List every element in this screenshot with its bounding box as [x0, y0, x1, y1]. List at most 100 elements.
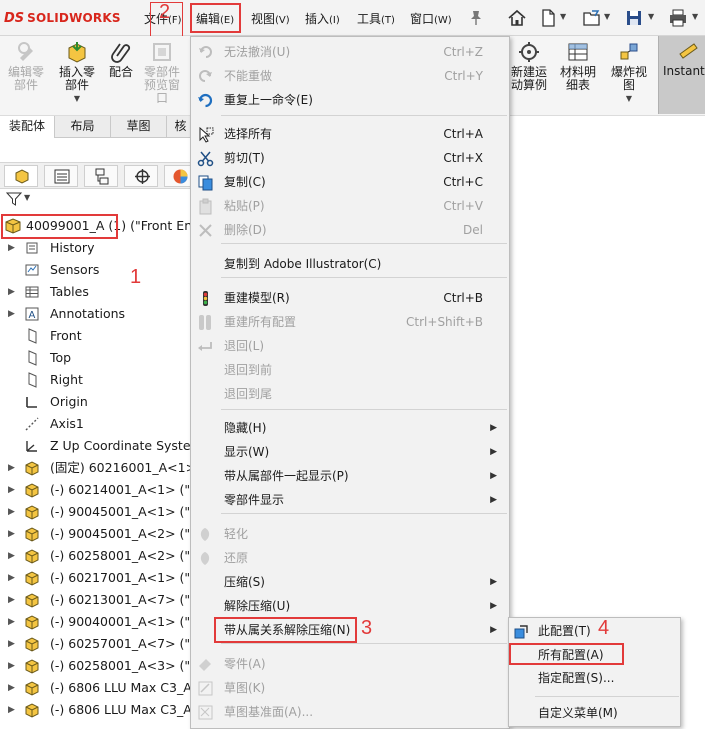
menu-item-sketch[interactable]: 草图(K): [191, 676, 509, 700]
menu-item-shortcut: Ctrl+A: [443, 127, 483, 141]
menu-item-cut[interactable]: 剪切(T) Ctrl+X: [191, 146, 509, 170]
submenu-specified-configurations[interactable]: 指定配置(S)...: [509, 667, 680, 689]
tree-row[interactable]: Front: [0, 325, 195, 347]
tab-assembly[interactable]: 装配体: [0, 116, 55, 138]
menu-item-paste[interactable]: 粘贴(P) Ctrl+V: [191, 194, 509, 218]
tree-row[interactable]: ▶ (-) 6806 LLU Max C3_A<: [0, 677, 202, 699]
tree-row[interactable]: ▶ History: [0, 237, 195, 259]
tree-row[interactable]: ▶ (-) 60217001_A<1> ("Lov: [0, 567, 212, 589]
expand-arrow-icon[interactable]: ▶: [8, 567, 15, 589]
menu-item-hide[interactable]: 隐藏(H) ▶: [191, 416, 509, 440]
property-manager-tab[interactable]: [44, 165, 78, 187]
home-icon[interactable]: [507, 8, 527, 28]
new-dropdown-icon[interactable]: ▼: [560, 12, 566, 21]
menu-item-suppress[interactable]: 压缩(S) ▶: [191, 570, 509, 594]
tree-row[interactable]: ▶ (-) 60213001_A<7> ("Up: [0, 589, 207, 611]
tree-row[interactable]: ▶ (-) 60258001_A<3> ("Kin: [0, 655, 210, 677]
menu-item-unsuppress[interactable]: 解除压缩(U) ▶: [191, 594, 509, 618]
tab-sketch[interactable]: 草图: [111, 116, 167, 138]
solidworks-logo[interactable]: DS SOLIDWORKS: [4, 9, 121, 27]
menu-insert[interactable]: 插入(I): [305, 10, 340, 27]
menu-item-undo[interactable]: 无法撤消(U) Ctrl+Z: [191, 40, 509, 64]
tree-row[interactable]: ▶ Tables: [0, 281, 195, 303]
print-dropdown-icon[interactable]: ▼: [692, 12, 698, 21]
tree-row[interactable]: Top: [0, 347, 195, 369]
expand-arrow-icon[interactable]: ▶: [8, 545, 15, 567]
menu-item-show-with-dependents[interactable]: 带从属部件一起显示(P) ▶: [191, 464, 509, 488]
mate-button[interactable]: 配合: [98, 40, 144, 79]
expand-arrow-icon[interactable]: ▶: [8, 633, 15, 655]
tree-row[interactable]: Right: [0, 369, 195, 391]
menu-item-rollback[interactable]: 退回(L): [191, 334, 509, 358]
save-dropdown-icon[interactable]: ▼: [648, 12, 654, 21]
menu-view[interactable]: 视图(V): [251, 10, 290, 27]
expand-arrow-icon[interactable]: ▶: [8, 589, 15, 611]
menu-item-copy[interactable]: 复制(C) Ctrl+C: [191, 170, 509, 194]
tree-row[interactable]: Sensors: [0, 259, 195, 281]
expand-arrow-icon[interactable]: ▶: [8, 655, 15, 677]
menu-item-rebuild-all-configurations[interactable]: 重建所有配置 Ctrl+Shift+B: [191, 310, 509, 334]
component-preview-button[interactable]: 零部件 预览窗 口: [139, 40, 185, 105]
pin-icon[interactable]: [466, 8, 486, 28]
tree-row[interactable]: ▶ (-) 60258001_A<2> ("Kin: [0, 545, 210, 567]
expand-arrow-icon[interactable]: ▶: [8, 457, 15, 479]
menu-item-delete[interactable]: 删除(D) Del: [191, 218, 509, 242]
tree-row[interactable]: ▶ (固定) 60216001_A<1> (: [0, 457, 205, 479]
expand-arrow-icon[interactable]: ▶: [8, 677, 15, 699]
menu-item-lightweight[interactable]: 轻化: [191, 522, 509, 546]
filter-control[interactable]: ▼: [5, 191, 30, 210]
new-document-icon[interactable]: [538, 8, 558, 28]
exploded-view-dropdown-icon[interactable]: ▼: [606, 92, 652, 105]
dimxpert-tab[interactable]: [124, 165, 158, 187]
expand-arrow-icon[interactable]: ▶: [8, 479, 15, 501]
submenu-this-configuration[interactable]: 此配置(T): [509, 620, 680, 642]
tree-row[interactable]: ▶ (-) 90045001_A<2> ("0.5: [0, 523, 210, 545]
edit-component-button[interactable]: 编辑零 部件: [3, 40, 49, 92]
new-motion-study-button[interactable]: 新建运 动算例: [506, 40, 552, 92]
menu-item-part[interactable]: 零件(A): [191, 652, 509, 676]
tree-row[interactable]: ▶ (-) 60257001_A<7> ("Art: [0, 633, 209, 655]
expand-arrow-icon[interactable]: ▶: [8, 501, 15, 523]
save-icon[interactable]: [624, 8, 644, 28]
menu-item-component-display[interactable]: 零部件显示 ▶: [191, 488, 509, 512]
tree-row[interactable]: ▶ (-) 90040001_A<1> ("0.5: [0, 611, 210, 633]
menu-item-select-all[interactable]: 选择所有 Ctrl+A: [191, 122, 509, 146]
menu-item-resolve[interactable]: 还原: [191, 546, 509, 570]
tree-row[interactable]: ▶ (-) 90045001_A<1> ("0.5: [0, 501, 210, 523]
tree-row[interactable]: Origin: [0, 391, 195, 413]
open-folder-icon[interactable]: [582, 8, 602, 28]
menu-tools[interactable]: 工具(T): [357, 10, 395, 27]
menu-window[interactable]: 窗口(W): [410, 10, 452, 27]
tab-layout[interactable]: 布局: [55, 116, 111, 138]
exploded-view-button[interactable]: 爆炸视 图 ▼: [606, 40, 652, 105]
menu-item-rollback-to-end[interactable]: 退回到尾: [191, 382, 509, 406]
instant3d-button[interactable]: Instant3: [658, 36, 705, 114]
tree-row[interactable]: ▶ A Annotations: [0, 303, 195, 325]
tree-row[interactable]: ▶ (-) 6806 LLU Max C3_A<: [0, 699, 202, 721]
expand-arrow-icon[interactable]: ▶: [8, 281, 15, 303]
bom-button[interactable]: 材料明 细表: [555, 40, 601, 92]
configuration-manager-tab[interactable]: [84, 165, 118, 187]
open-dropdown-icon[interactable]: ▼: [604, 12, 610, 21]
menu-item-redo[interactable]: 不能重做 Ctrl+Y: [191, 64, 509, 88]
tree-row[interactable]: Z Up Coordinate System: [0, 435, 203, 457]
expand-arrow-icon[interactable]: ▶: [8, 303, 15, 325]
print-icon[interactable]: [668, 8, 688, 28]
expand-arrow-icon[interactable]: ▶: [8, 699, 15, 721]
expand-arrow-icon[interactable]: ▶: [8, 523, 15, 545]
expand-arrow-icon[interactable]: ▶: [8, 237, 15, 259]
menu-item-repeat-last-command[interactable]: 重复上一命令(E): [191, 88, 509, 112]
insert-component-dropdown-icon[interactable]: ▼: [54, 92, 100, 105]
submenu-customize-menu[interactable]: 自定义菜单(M): [509, 702, 680, 724]
menu-item-rollback-to-previous[interactable]: 退回到前: [191, 358, 509, 382]
tree-row[interactable]: Axis1: [0, 413, 195, 435]
menu-item-copy-to-illustrator[interactable]: 复制到 Adobe Illustrator(C): [191, 252, 509, 276]
feature-manager-tab[interactable]: [4, 165, 38, 187]
tree-row[interactable]: ▶ (-) 60214001_A<1> ("Up: [0, 479, 207, 501]
menu-item-show[interactable]: 显示(W) ▶: [191, 440, 509, 464]
menu-item-sketch-plane[interactable]: 草图基准面(A)...: [191, 700, 509, 724]
filter-dropdown-icon[interactable]: ▼: [24, 193, 30, 202]
insert-component-button[interactable]: 插入零 部件 ▼: [54, 40, 100, 105]
menu-item-rebuild[interactable]: 重建模型(R) Ctrl+B: [191, 286, 509, 310]
expand-arrow-icon[interactable]: ▶: [8, 611, 15, 633]
